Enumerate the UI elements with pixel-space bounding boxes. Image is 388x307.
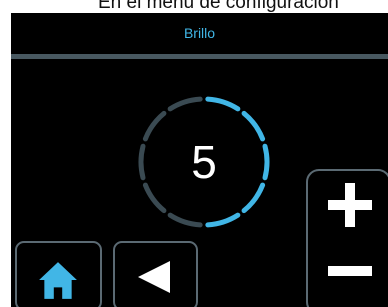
increase-button[interactable]: [308, 171, 388, 241]
caption-text: En el menú de configuración: [98, 0, 339, 13]
brightness-value: 5: [191, 136, 217, 188]
home-button[interactable]: [15, 241, 102, 307]
title-divider: [11, 54, 388, 59]
plus-icon: [328, 183, 372, 227]
home-icon: [39, 262, 77, 299]
minus-icon: [328, 266, 372, 276]
back-button[interactable]: [113, 241, 198, 307]
device-screen: Brillo 5: [11, 13, 388, 307]
screen-title: Brillo: [183, 25, 216, 41]
decrease-button[interactable]: [308, 245, 388, 307]
triangle-left-icon: [138, 261, 170, 293]
brightness-stepper: [306, 169, 388, 307]
